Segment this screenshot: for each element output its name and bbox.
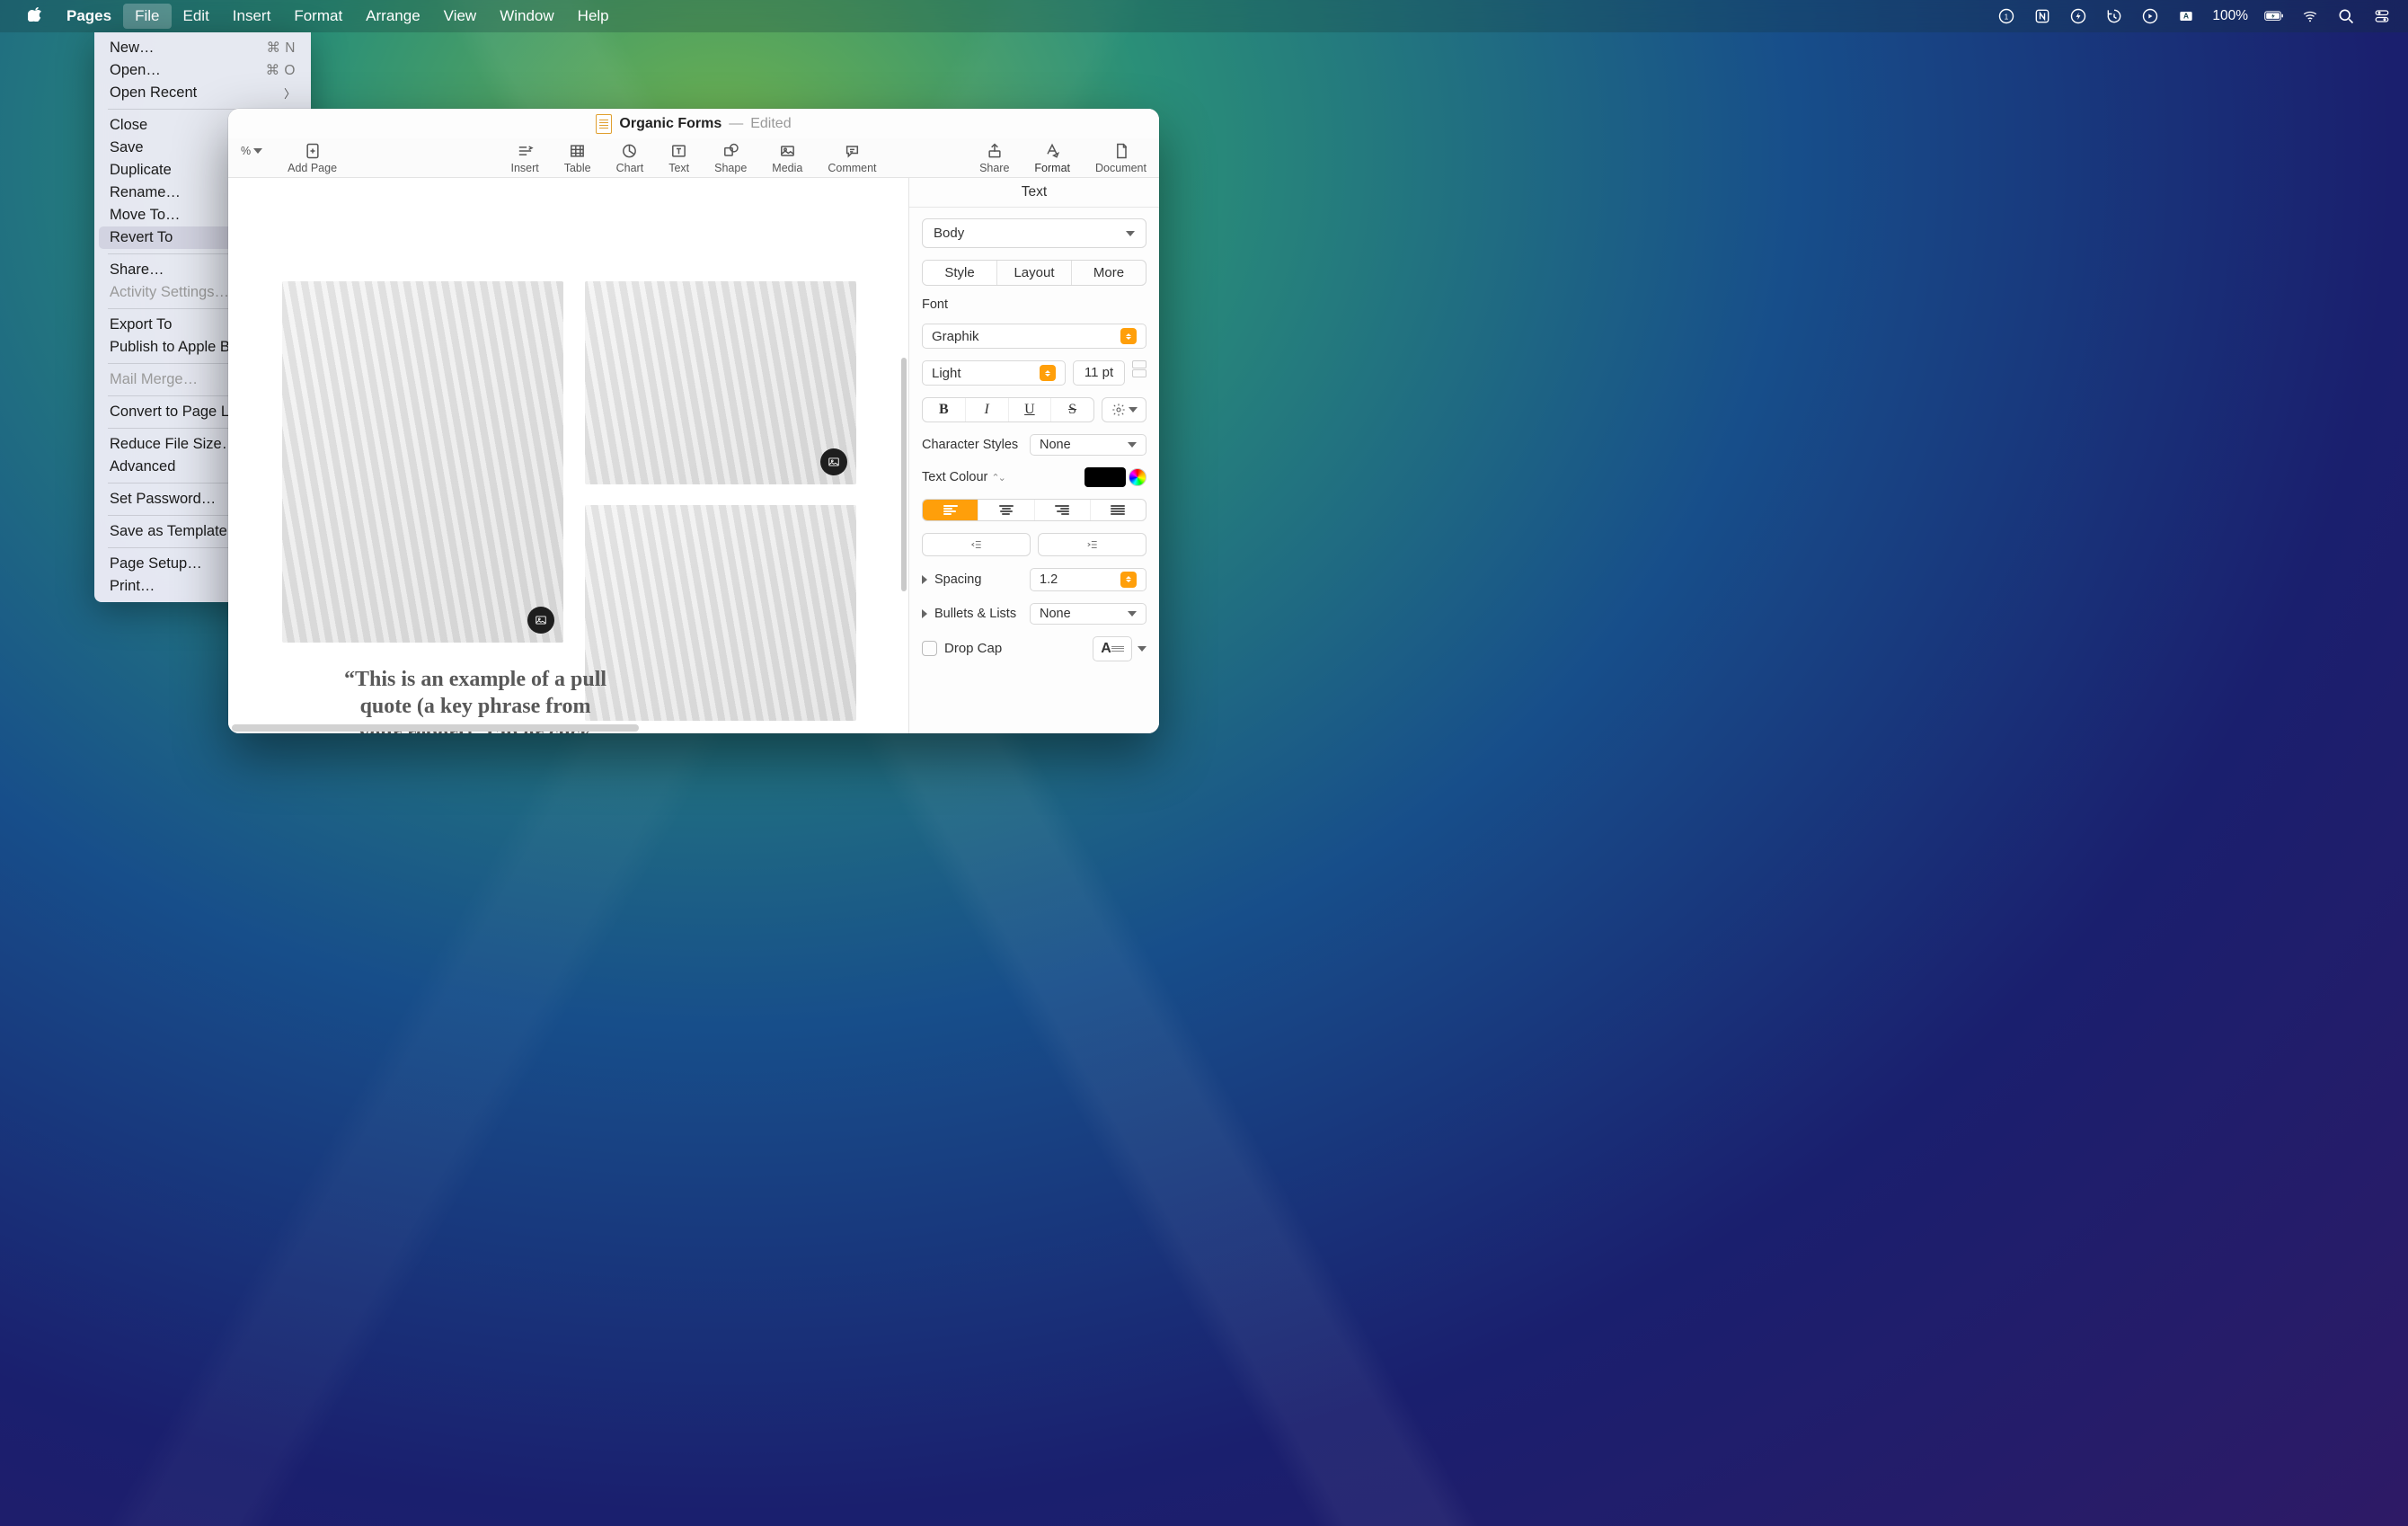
text-colour-swatch[interactable] (1084, 467, 1126, 487)
toolbar: % . Add Page Insert Table Chart Text Sha… (228, 138, 1159, 178)
status-icon-notion[interactable] (2032, 6, 2052, 26)
menu-insert[interactable]: Insert (221, 4, 283, 29)
document-edited-label: Edited (750, 116, 791, 132)
subtab-layout[interactable]: Layout (997, 261, 1072, 285)
dropcap-style[interactable]: A (1093, 636, 1132, 661)
strike-button[interactable]: S (1051, 398, 1093, 421)
battery-icon[interactable] (2264, 6, 2284, 26)
battery-percentage: 100% (2212, 8, 2248, 24)
file-new[interactable]: New…⌘ N (99, 37, 306, 59)
menu-format[interactable]: Format (282, 4, 354, 29)
image-icon[interactable] (820, 448, 847, 475)
spacing-label: Spacing (934, 572, 981, 587)
character-styles-select[interactable]: None (1030, 434, 1146, 456)
wifi-icon[interactable] (2300, 6, 2320, 26)
menu-view[interactable]: View (432, 4, 489, 29)
menu-file[interactable]: File (123, 4, 171, 29)
image-placeholder-2[interactable] (585, 281, 856, 484)
status-icon-play[interactable] (2140, 6, 2160, 26)
status-icon-timemachine[interactable] (2104, 6, 2124, 26)
align-left[interactable] (923, 500, 978, 520)
underline-button[interactable]: U (1009, 398, 1052, 421)
colour-picker-button[interactable] (1129, 468, 1146, 486)
document-button[interactable]: Document (1095, 142, 1146, 174)
font-advanced-button[interactable] (1102, 397, 1146, 422)
status-icon-keyboard[interactable]: A (2176, 6, 2196, 26)
share-button[interactable]: Share (979, 142, 1009, 174)
bold-button[interactable]: B (923, 398, 966, 421)
align-right[interactable] (1035, 500, 1091, 520)
scrollbar-horizontal[interactable] (232, 724, 639, 732)
spacing-select[interactable]: 1.2 (1030, 568, 1146, 591)
align-justify[interactable] (1091, 500, 1146, 520)
font-family-select[interactable]: Graphik (922, 324, 1146, 349)
file-open-recent[interactable]: Open Recent〉 (99, 82, 306, 104)
outdent-button[interactable] (922, 533, 1031, 556)
status-icon-bolt[interactable] (2068, 6, 2088, 26)
character-styles-label: Character Styles (922, 438, 1018, 452)
menubar: Pages File Edit Insert Format Arrange Vi… (0, 0, 2408, 32)
italic-button[interactable]: I (966, 398, 1009, 421)
shape-button[interactable]: Shape (714, 142, 747, 174)
font-label: Font (922, 297, 1146, 312)
menu-window[interactable]: Window (488, 4, 565, 29)
subtab-style[interactable]: Style (923, 261, 997, 285)
apple-menu[interactable] (16, 3, 55, 30)
insert-button[interactable]: Insert (510, 142, 538, 174)
control-center-icon[interactable] (2372, 6, 2392, 26)
font-size-stepper[interactable] (1132, 360, 1146, 386)
document-canvas[interactable]: “This is an example of a pull quote (a k… (228, 178, 908, 733)
table-button[interactable]: Table (564, 142, 591, 174)
document-title[interactable]: Organic Forms (619, 116, 722, 132)
dropcap-more[interactable] (1138, 646, 1146, 652)
spotlight-icon[interactable] (2336, 6, 2356, 26)
zoom-select[interactable]: % . (241, 142, 262, 174)
menu-edit[interactable]: Edit (172, 4, 221, 29)
subtab-more[interactable]: More (1072, 261, 1146, 285)
image-placeholder-1[interactable] (282, 281, 563, 643)
pull-quote-text[interactable]: “This is an example of a pull quote (a k… (341, 666, 610, 733)
image-placeholder-3[interactable] (585, 505, 856, 721)
media-button[interactable]: Media (772, 142, 802, 174)
titlebar: Organic Forms — Edited (228, 109, 1159, 138)
app-name[interactable]: Pages (55, 4, 123, 29)
menu-arrange[interactable]: Arrange (354, 4, 431, 29)
format-inspector: Text Body Style Layout More Font Graphik… (908, 178, 1159, 733)
scrollbar-vertical[interactable] (901, 358, 907, 591)
inspector-tab-text[interactable]: Text (909, 178, 1159, 208)
file-open[interactable]: Open…⌘ O (99, 59, 306, 82)
dropcap-checkbox[interactable] (922, 641, 937, 656)
paragraph-style-select[interactable]: Body (922, 218, 1146, 248)
indent-button[interactable] (1038, 533, 1146, 556)
bullets-label: Bullets & Lists (934, 607, 1016, 621)
bullets-select[interactable]: None (1030, 603, 1146, 625)
bullets-disclosure[interactable] (922, 609, 927, 618)
pages-window: Organic Forms — Edited % . Add Page Inse… (228, 109, 1159, 733)
inspector-subtabs: Style Layout More (922, 260, 1146, 286)
svg-text:1: 1 (2005, 12, 2009, 21)
image-icon[interactable] (527, 607, 554, 634)
chart-button[interactable]: Chart (616, 142, 644, 174)
comment-button[interactable]: Comment (828, 142, 876, 174)
status-icon-1[interactable]: 1 (1996, 6, 2016, 26)
alignment-segmented (922, 499, 1146, 521)
add-page-button[interactable]: Add Page (288, 142, 337, 174)
svg-text:A: A (2183, 12, 2189, 21)
text-colour-label: Text Colour (922, 470, 987, 484)
font-size-field[interactable]: 11 pt (1073, 360, 1125, 386)
align-center[interactable] (978, 500, 1034, 520)
menu-help[interactable]: Help (566, 4, 621, 29)
font-weight-select[interactable]: Light (922, 360, 1066, 386)
doc-icon (596, 114, 612, 134)
spacing-disclosure[interactable] (922, 575, 927, 584)
format-button[interactable]: Format (1034, 142, 1070, 174)
text-button[interactable]: Text (668, 142, 689, 174)
dropcap-label: Drop Cap (944, 641, 1002, 656)
